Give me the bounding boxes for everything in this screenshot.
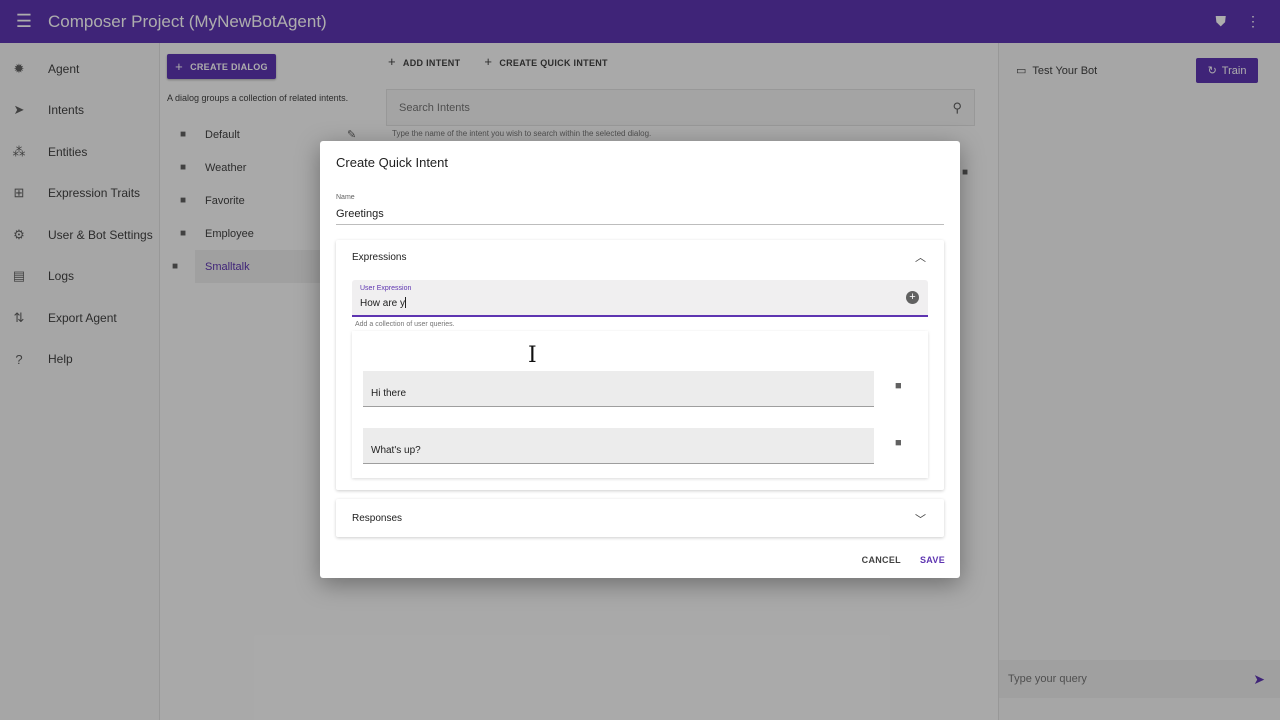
name-label: Name	[336, 194, 355, 201]
expression-item[interactable]: What's up?	[363, 428, 874, 464]
expressions-header[interactable]: Expressions	[352, 252, 406, 263]
delete-icon[interactable]: ■	[895, 380, 902, 392]
modal-title: Create Quick Intent	[336, 155, 448, 170]
text-caret	[405, 297, 407, 308]
expression-text: Hi there	[371, 388, 407, 399]
expression-item[interactable]: Hi there	[363, 371, 874, 407]
cancel-button[interactable]: CANCEL	[862, 555, 901, 565]
expression-hint: Add a collection of user queries.	[355, 321, 455, 328]
name-field[interactable]: Greetings	[336, 208, 384, 220]
responses-panel[interactable]: Responses ﹀	[336, 499, 944, 537]
user-expression-field[interactable]: User Expression How are y +	[352, 280, 928, 317]
expressions-panel: Expressions ︿ User Expression How are y …	[336, 240, 944, 490]
chevron-down-icon[interactable]: ﹀	[915, 511, 926, 527]
create-quick-intent-dialog: Create Quick Intent Name Greetings Expre…	[320, 141, 960, 578]
save-button[interactable]: SAVE	[920, 555, 945, 565]
user-expression-text: How are y	[360, 298, 406, 309]
user-expression-value[interactable]: How are y	[360, 297, 407, 309]
delete-icon[interactable]: ■	[895, 437, 902, 449]
expression-text: What's up?	[371, 445, 421, 456]
add-circle-icon[interactable]: +	[906, 291, 919, 304]
expression-list: Hi there ■ What's up? ■	[352, 331, 928, 478]
text-cursor-icon: I	[528, 343, 537, 368]
name-underline	[336, 224, 944, 225]
user-expression-label: User Expression	[360, 285, 412, 292]
modal-actions: CANCEL SAVE	[862, 555, 945, 565]
chevron-up-icon[interactable]: ︿	[915, 249, 926, 265]
responses-header[interactable]: Responses	[352, 513, 402, 524]
